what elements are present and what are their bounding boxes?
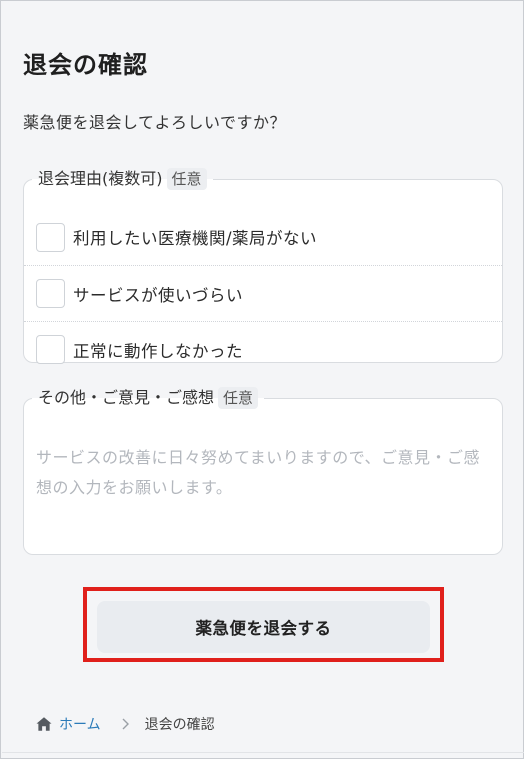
comment-textarea[interactable] (36, 443, 492, 563)
divider (2, 752, 524, 753)
reason-label: サービスが使いづらい (73, 285, 243, 305)
withdrawal-reasons-group: 退会理由(複数可) 任意 利用したい医療機関/薬局がない サービスが使いづらい 正… (23, 168, 503, 364)
reason-label: 利用したい医療機関/薬局がない (73, 229, 318, 248)
page-title: 退会の確認 (23, 51, 148, 79)
reasons-legend: 退会理由(複数可) 任意 (32, 168, 213, 190)
withdraw-button[interactable]: 薬急便を退会する (97, 601, 430, 653)
page-frame: 退会の確認 薬急便を退会してよろしいですか？ 退会理由(複数可) 任意 利用したい… (0, 0, 524, 759)
reason-checkbox[interactable] (36, 222, 65, 252)
reason-option-malfunction[interactable]: 正常に動作しなかった (24, 321, 502, 377)
reason-checkbox[interactable] (36, 335, 65, 364)
reason-label: 正常に動作しなかった (73, 341, 243, 361)
home-icon[interactable] (35, 715, 53, 733)
comment-group: その他・ご意見・ご感想 任意 (23, 387, 503, 563)
reason-option-no-facility[interactable]: 利用したい医療機関/薬局がない (24, 209, 502, 265)
confirmation-prompt: 薬急便を退会してよろしいですか？ (23, 113, 287, 132)
reason-checkbox[interactable] (36, 279, 65, 308)
reason-option-hard-to-use[interactable]: サービスが使いづらい (24, 265, 502, 321)
optional-badge: 任意 (218, 387, 259, 409)
comment-legend-text: その他・ご意見・ご感想 (38, 388, 215, 407)
reasons-legend-text: 退会理由(複数可) (38, 169, 163, 188)
chevron-right-icon (122, 718, 129, 730)
breadcrumb: ホーム 退会の確認 (35, 714, 215, 734)
breadcrumb-current: 退会の確認 (144, 717, 215, 733)
optional-badge: 任意 (166, 168, 207, 190)
breadcrumb-home-link[interactable]: ホーム (59, 714, 101, 734)
comment-legend: その他・ご意見・ご感想 任意 (32, 387, 264, 409)
